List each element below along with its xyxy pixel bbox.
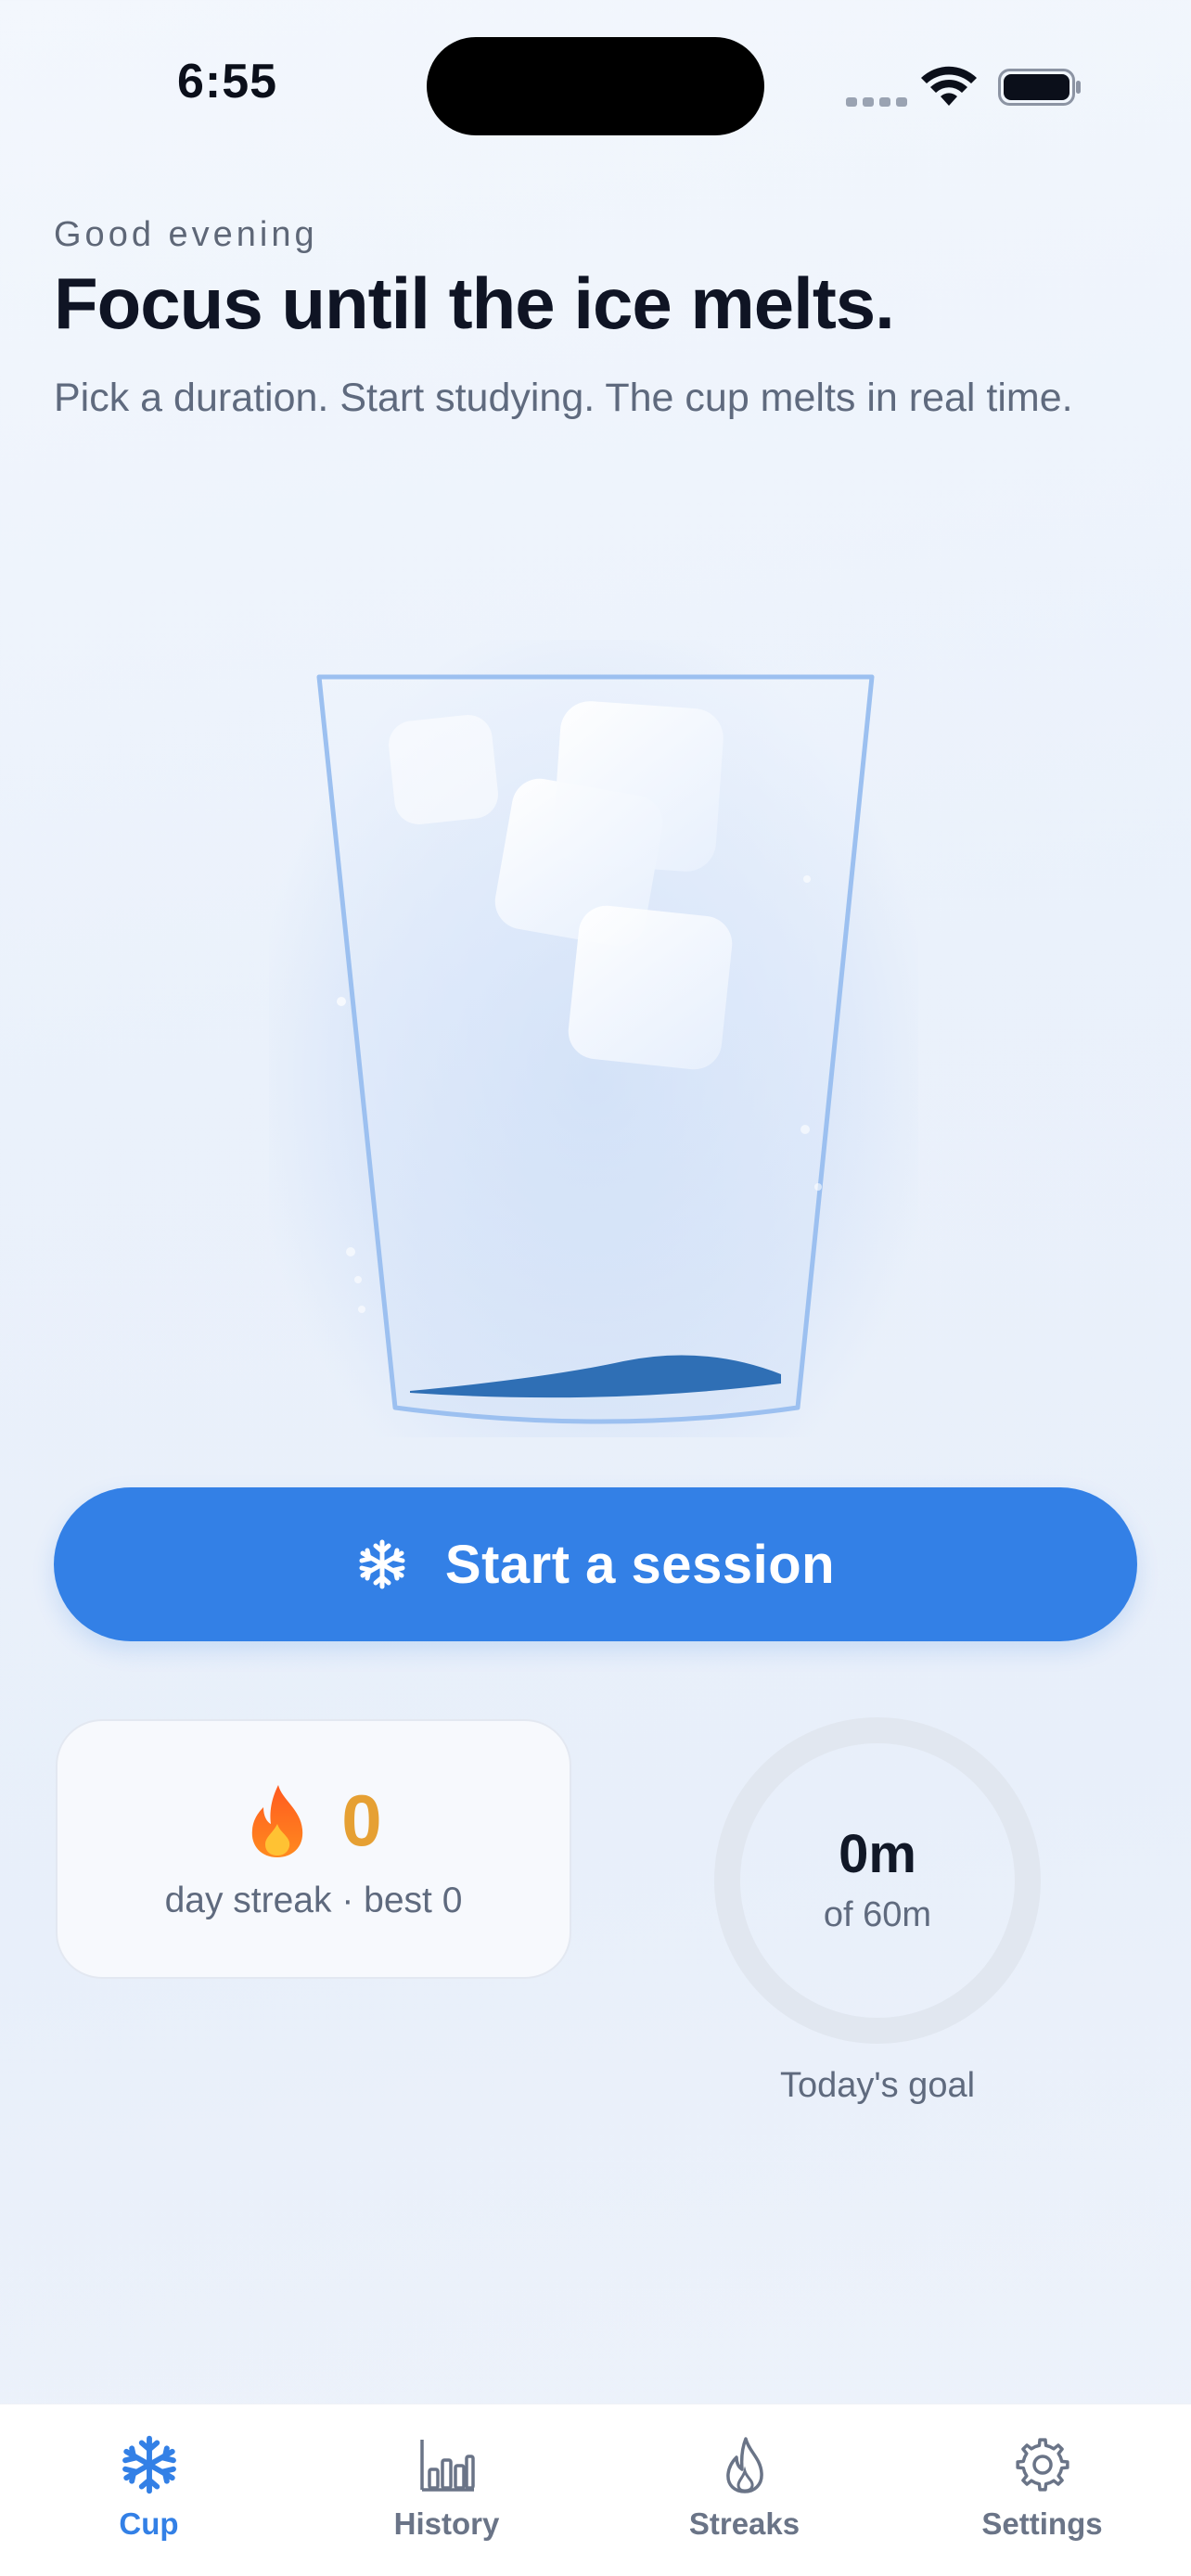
greeting: Good evening [54,215,318,254]
goal-minutes-value: 0m [839,1824,916,1884]
streak-card[interactable]: 0 day streak · best 0 [56,1719,571,1979]
ice-cube [568,905,733,1070]
tab-label: History [393,2506,500,2541]
tab-bar: Cup History Streaks Settings [0,2404,1191,2576]
status-time: 6:55 [176,55,278,108]
snowflake-icon [359,1539,405,1589]
streak-summary: 0 [58,1779,570,1863]
ice-cup-illustration [316,674,875,1424]
goal-caption: Today's goal [779,2066,976,2105]
streak-count: 0 [341,1779,382,1861]
tab-label: Streaks [688,2506,800,2541]
wifi-icon [921,66,977,106]
tab-settings[interactable]: Settings [893,2404,1191,2576]
start-session-label: Start a session [444,1534,836,1595]
ice-cube [389,715,498,824]
flame-outline-icon [725,2437,763,2493]
battery-icon [998,69,1081,106]
ice-cube [553,701,724,872]
tab-label: Cup [119,2506,179,2541]
tab-history[interactable]: History [298,2404,596,2576]
dynamic-island [427,37,764,135]
flame-icon [252,1784,303,1857]
tab-cup[interactable]: Cup [0,2404,298,2576]
tab-label: Settings [981,2506,1103,2541]
start-session-button[interactable]: Start a session [54,1487,1137,1641]
bar-chart-icon [419,2440,475,2492]
streak-caption: day streak · best 0 [164,1881,463,1920]
snowflake-icon [122,2435,176,2494]
status-bar: 6:55 [0,0,1191,176]
cellular-signal-icon [846,95,913,111]
gear-icon [1015,2438,1069,2492]
page-subtitle: Pick a duration. Start studying. The cup… [54,376,1073,420]
page-title: Focus until the ice melts. [54,262,895,344]
goal-target: of 60m [823,1895,932,1934]
tab-streaks[interactable]: Streaks [596,2404,893,2576]
